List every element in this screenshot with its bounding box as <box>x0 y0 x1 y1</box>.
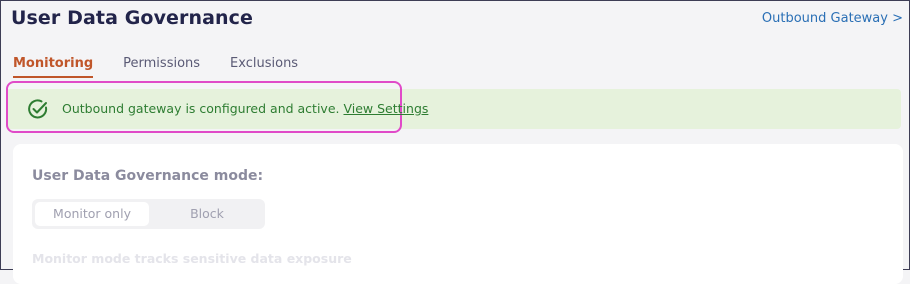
mode-label: User Data Governance mode: <box>32 168 264 184</box>
banner-message-text: Outbound gateway is configured and activ… <box>62 101 340 116</box>
view-settings-link[interactable]: View Settings <box>343 101 428 116</box>
block-option[interactable]: Block <box>152 202 262 226</box>
monitor-only-option[interactable]: Monitor only <box>35 202 149 226</box>
mode-description: Monitor mode tracks sensitive data expos… <box>32 251 352 266</box>
page-title: User Data Governance <box>11 7 254 29</box>
check-circle-icon <box>28 99 48 119</box>
tab-permissions[interactable]: Permissions <box>123 56 200 78</box>
tab-bar: Monitoring Permissions Exclusions <box>13 56 328 78</box>
mode-segmented-control: Monitor only Block <box>32 199 265 229</box>
tab-exclusions[interactable]: Exclusions <box>230 56 298 78</box>
tab-monitoring[interactable]: Monitoring <box>13 56 94 78</box>
banner-message: Outbound gateway is configured and activ… <box>62 101 428 116</box>
outbound-gateway-link[interactable]: Outbound Gateway > <box>762 11 903 26</box>
